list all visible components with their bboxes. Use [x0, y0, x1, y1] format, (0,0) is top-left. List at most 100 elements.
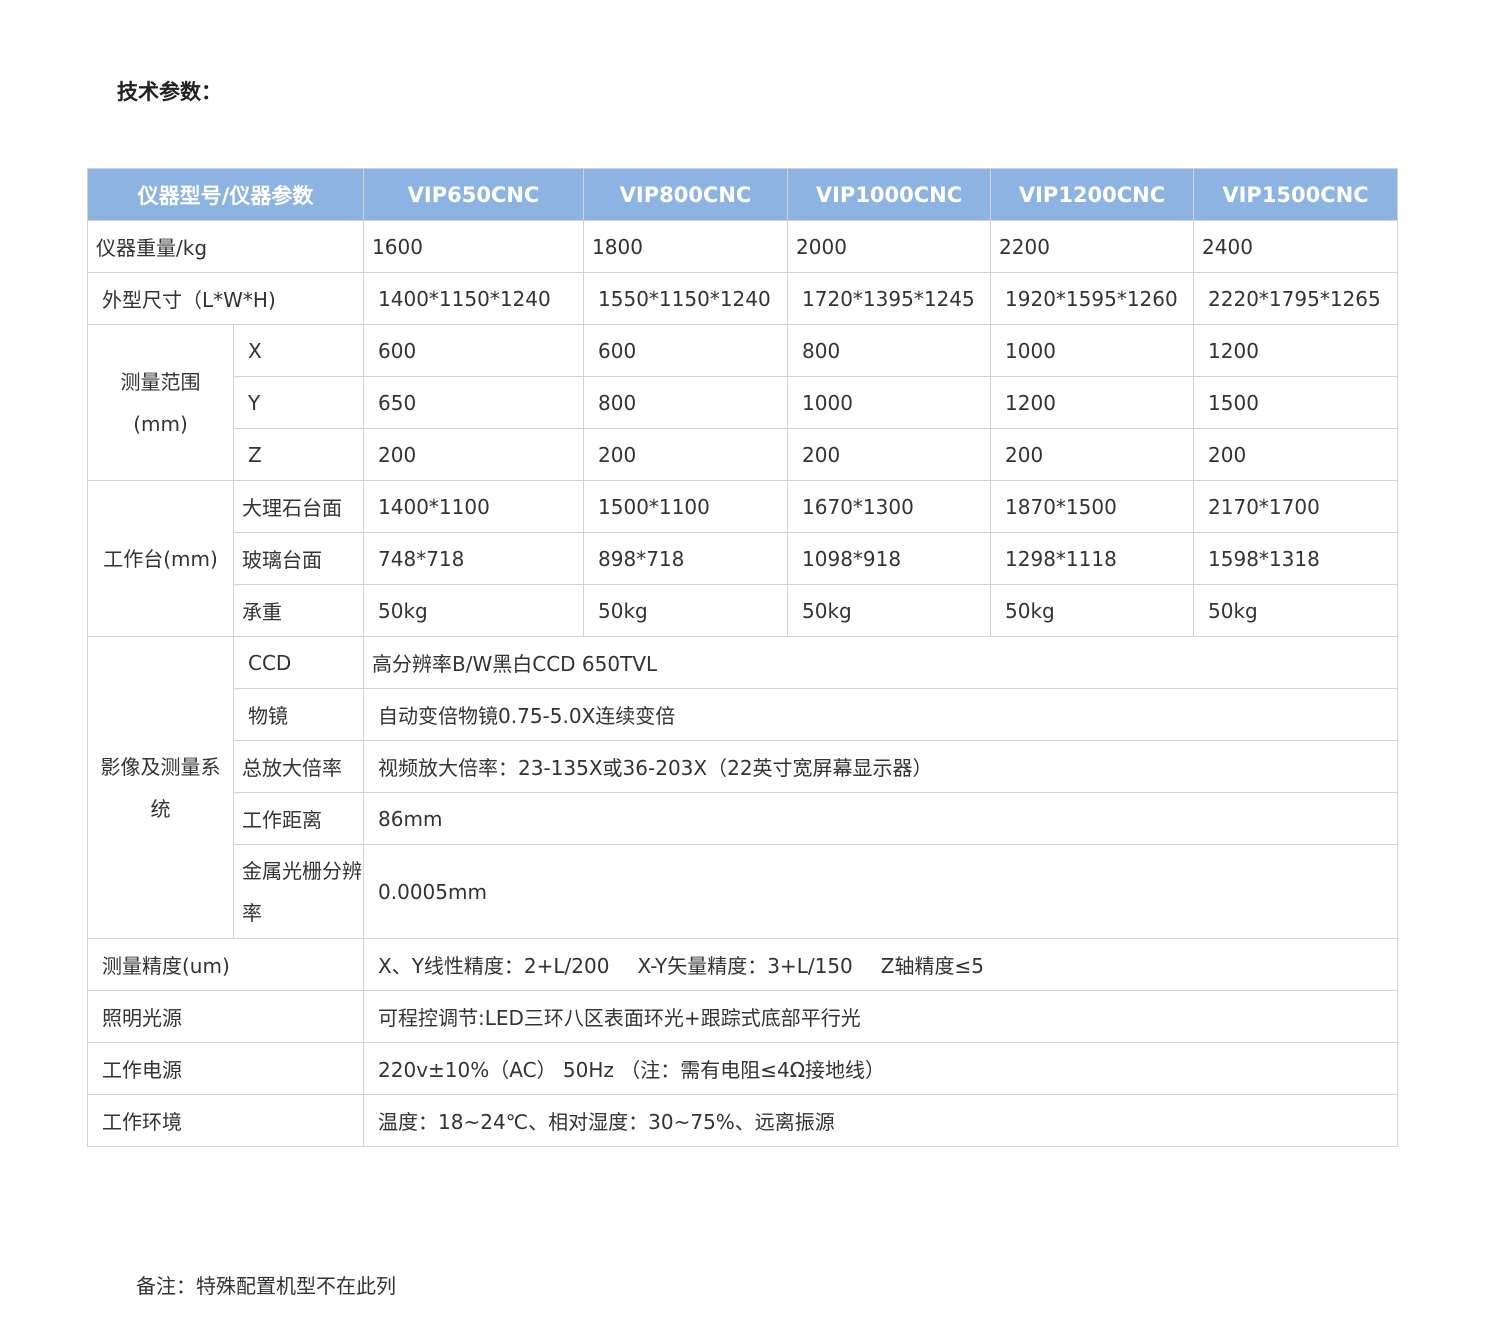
table-cell: 1200: [1193, 324, 1399, 377]
table-row-lens: 物镜 自动变倍物镜0.75-5.0X连续变倍: [88, 688, 1399, 741]
table-cell: 1098*918: [787, 532, 992, 585]
footnote: 备注：特殊配置机型不在此列: [136, 1274, 396, 1298]
table-cell: 视频放大倍率：23-135X或36-203X（22英寸宽屏幕显示器）: [363, 740, 1399, 793]
group-label-stage: 工作台(mm): [87, 480, 234, 637]
table-cell: 200: [363, 428, 585, 481]
table-row-glass: 玻璃台面 748*718 898*718 1098*918 1298*1118 …: [88, 532, 1399, 585]
table-cell: 1800: [583, 220, 789, 273]
group-label-line: 测量范围: [120, 369, 201, 394]
row-label: 仪器重量/kg: [86, 220, 365, 273]
table-cell: 2220*1795*1265: [1193, 272, 1399, 325]
table-cell: 220v±10%（AC） 50Hz （注：需有电阻≤4Ω接地线）: [363, 1042, 1399, 1095]
table-row-load: 承重 50kg 50kg 50kg 50kg 50kg: [88, 584, 1399, 637]
table-cell: 200: [787, 428, 992, 481]
table-cell: 898*718: [583, 532, 789, 585]
table-cell: 600: [363, 324, 585, 377]
sub-label: Z: [232, 428, 365, 481]
table-row-working-distance: 工作距离 86mm: [88, 792, 1399, 845]
table-cell: 0.0005mm: [363, 844, 1399, 939]
table-cell: 1298*1118: [990, 532, 1195, 585]
table-row-magnification: 总放大倍率 视频放大倍率：23-135X或36-203X（22英寸宽屏幕显示器）: [88, 740, 1399, 793]
sub-label: 承重: [232, 584, 365, 637]
table-cell: 1000: [787, 376, 992, 429]
spec-table: 仪器型号/仪器参数 VIP650CNC VIP800CNC VIP1000CNC…: [86, 168, 1399, 1147]
sub-label: 大理石台面: [232, 480, 365, 533]
sub-label: 总放大倍率: [232, 740, 365, 793]
row-label: 测量精度(um): [86, 938, 365, 991]
table-cell: 1500*1100: [583, 480, 789, 533]
header-model: VIP1200CNC: [990, 168, 1195, 221]
table-row-range-y: Y 650 800 1000 1200 1500: [88, 376, 1399, 429]
accuracy-xy-linear: X、Y线性精度：2+L/200: [378, 954, 610, 978]
table-cell: 1400*1150*1240: [363, 272, 585, 325]
table-cell: 1670*1300: [787, 480, 992, 533]
table-cell: 800: [787, 324, 992, 377]
table-cell: 温度：18~24℃、相对湿度：30~75%、远离振源: [363, 1094, 1399, 1147]
group-label-imaging: 影像及测量系统: [87, 636, 234, 939]
table-cell: 200: [1193, 428, 1399, 481]
table-cell: 50kg: [363, 584, 585, 637]
table-cell: 1200: [990, 376, 1195, 429]
group-label-range: 测量范围 (mm): [87, 324, 234, 481]
table-row-grating: 金属光栅分辨率 0.0005mm: [88, 844, 1399, 939]
table-cell: 1870*1500: [990, 480, 1195, 533]
group-label-line: (mm): [133, 411, 188, 436]
table-cell: 高分辨率B/W黑白CCD 650TVL: [363, 636, 1399, 689]
sub-label: Y: [232, 376, 365, 429]
table-cell: 可程控调节:LED三环八区表面环光+跟踪式底部平行光: [363, 990, 1399, 1043]
row-label: 工作环境: [86, 1094, 365, 1147]
table-cell: 50kg: [1193, 584, 1399, 637]
table-cell: 1500: [1193, 376, 1399, 429]
table-cell: 50kg: [583, 584, 789, 637]
sub-label: 金属光栅分辨率: [232, 844, 365, 939]
table-row-lighting: 照明光源 可程控调节:LED三环八区表面环光+跟踪式底部平行光: [86, 990, 1399, 1043]
header-model: VIP1500CNC: [1193, 168, 1399, 221]
table-row-accuracy: 测量精度(um) X、Y线性精度：2+L/200 X-Y矢量精度：3+L/150 Z…: [86, 938, 1399, 991]
table-cell: X、Y线性精度：2+L/200 X-Y矢量精度：3+L/150 Z轴精度≤5: [363, 938, 1399, 991]
accuracy-z-axis: Z轴精度≤5: [880, 954, 984, 978]
table-cell: 1000: [990, 324, 1195, 377]
table-cell: 748*718: [363, 532, 585, 585]
sub-label: 玻璃台面: [232, 532, 365, 585]
table-row-range-x: 测量范围 (mm) X 600 600 800 1000 1200: [87, 324, 1399, 481]
accuracy-xy-vector: X-Y矢量精度：3+L/150: [637, 954, 853, 978]
sub-label: 物镜: [232, 688, 365, 741]
header-row: 仪器型号/仪器参数 VIP650CNC VIP800CNC VIP1000CNC…: [86, 168, 1399, 221]
table-cell: 86mm: [363, 792, 1399, 845]
table-cell: 1920*1595*1260: [990, 272, 1195, 325]
section-heading: 技术参数：: [117, 80, 222, 104]
sub-label: X: [232, 324, 365, 377]
table-cell: 650: [363, 376, 585, 429]
table-row-dimensions: 外型尺寸（L*W*H) 1400*1150*1240 1550*1150*124…: [86, 272, 1399, 325]
table-row-power: 工作电源 220v±10%（AC） 50Hz （注：需有电阻≤4Ω接地线）: [86, 1042, 1399, 1095]
table-cell: 1400*1100: [363, 480, 585, 533]
table-cell: 2200: [990, 220, 1195, 273]
table-cell: 1600: [363, 220, 585, 273]
row-label: 照明光源: [86, 990, 365, 1043]
sub-label: 工作距离: [232, 792, 365, 845]
table-row-weight: 仪器重量/kg 1600 1800 2000 2200 2400: [86, 220, 1399, 273]
table-cell: 200: [583, 428, 789, 481]
table-row-marble: 工作台(mm) 大理石台面 1400*1100 1500*1100 1670*1…: [87, 480, 1399, 637]
table-row-ccd: 影像及测量系统 CCD 高分辨率B/W黑白CCD 650TVL: [87, 636, 1399, 939]
header-model: VIP1000CNC: [787, 168, 992, 221]
table-cell: 1550*1150*1240: [583, 272, 789, 325]
table-cell: 2000: [787, 220, 992, 273]
row-label: 外型尺寸（L*W*H): [86, 272, 365, 325]
table-cell: 800: [583, 376, 789, 429]
table-cell: 600: [583, 324, 789, 377]
table-row-range-z: Z 200 200 200 200 200: [88, 428, 1399, 481]
header-model: VIP800CNC: [583, 168, 789, 221]
table-cell: 1598*1318: [1193, 532, 1399, 585]
table-cell: 50kg: [990, 584, 1195, 637]
table-row-environment: 工作环境 温度：18~24℃、相对湿度：30~75%、远离振源: [86, 1094, 1399, 1147]
header-param-label: 仪器型号/仪器参数: [86, 168, 365, 221]
table-cell: 自动变倍物镜0.75-5.0X连续变倍: [363, 688, 1399, 741]
sub-label: CCD: [232, 636, 365, 689]
table-cell: 200: [990, 428, 1195, 481]
table-cell: 2170*1700: [1193, 480, 1399, 533]
table-cell: 50kg: [787, 584, 992, 637]
row-label: 工作电源: [86, 1042, 365, 1095]
header-model: VIP650CNC: [363, 168, 585, 221]
table-cell: 2400: [1193, 220, 1399, 273]
